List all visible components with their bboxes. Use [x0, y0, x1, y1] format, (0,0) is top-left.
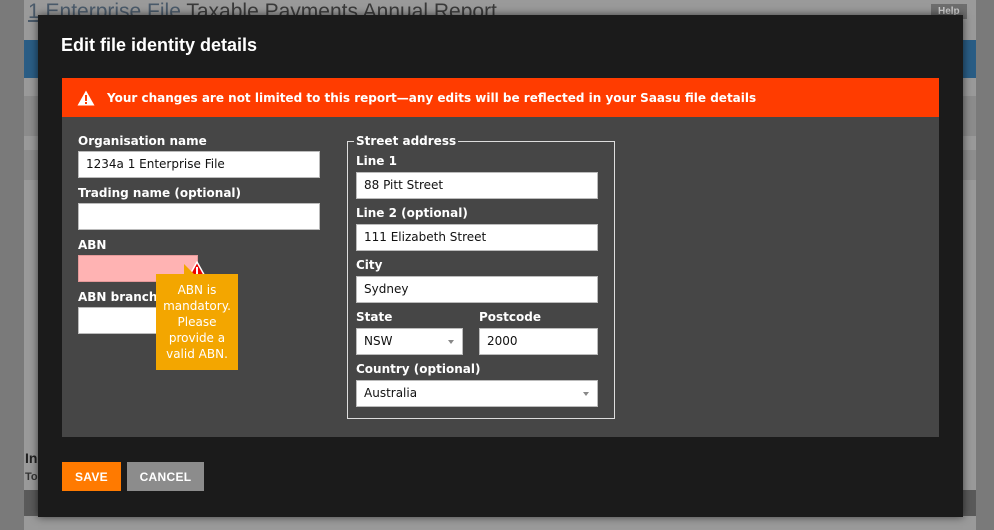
trading-name-label: Trading name (optional) — [78, 186, 242, 200]
warning-text: Your changes are not limited to this rep… — [107, 90, 757, 105]
country-select[interactable]: Australia — [356, 380, 598, 407]
background-label: In — [25, 450, 38, 466]
org-name-label: Organisation name — [78, 134, 207, 148]
postcode-label: Postcode — [479, 310, 542, 324]
chevron-down-icon — [583, 392, 589, 396]
modal-title: Edit file identity details — [61, 35, 258, 55]
save-button[interactable]: SAVE — [62, 462, 121, 491]
org-name-input[interactable]: 1234a 1 Enterprise File — [78, 151, 320, 178]
state-select[interactable]: NSW — [356, 328, 463, 355]
country-value: Australia — [364, 386, 418, 400]
abn-label: ABN — [78, 238, 107, 252]
line2-label: Line 2 (optional) — [356, 206, 468, 220]
cancel-button[interactable]: CANCEL — [127, 462, 204, 491]
warning-banner: Your changes are not limited to this rep… — [62, 78, 939, 117]
postcode-input[interactable]: 2000 — [479, 328, 598, 355]
abn-error-tooltip: ABN is mandatory. Please provide a valid… — [156, 264, 238, 370]
line1-label: Line 1 — [356, 154, 397, 168]
city-label: City — [356, 258, 383, 272]
form-content: Organisation name 1234a 1 Enterprise Fil… — [62, 117, 939, 437]
country-label: Country (optional) — [356, 362, 481, 376]
city-input[interactable]: Sydney — [356, 276, 598, 303]
state-value: NSW — [364, 334, 393, 348]
trading-name-input[interactable] — [78, 203, 320, 230]
warning-icon — [77, 90, 95, 105]
background-label: To — [25, 471, 38, 483]
line1-input[interactable]: 88 Pitt Street — [356, 172, 598, 199]
state-label: State — [356, 310, 393, 324]
street-address-legend: Street address — [354, 134, 459, 148]
street-address-fieldset: Street address Line 1 88 Pitt Street Lin… — [347, 134, 615, 419]
line2-input[interactable]: 111 Elizabeth Street — [356, 224, 598, 251]
edit-identity-modal: Edit file identity details Your changes … — [38, 15, 963, 517]
chevron-down-icon — [448, 340, 454, 344]
